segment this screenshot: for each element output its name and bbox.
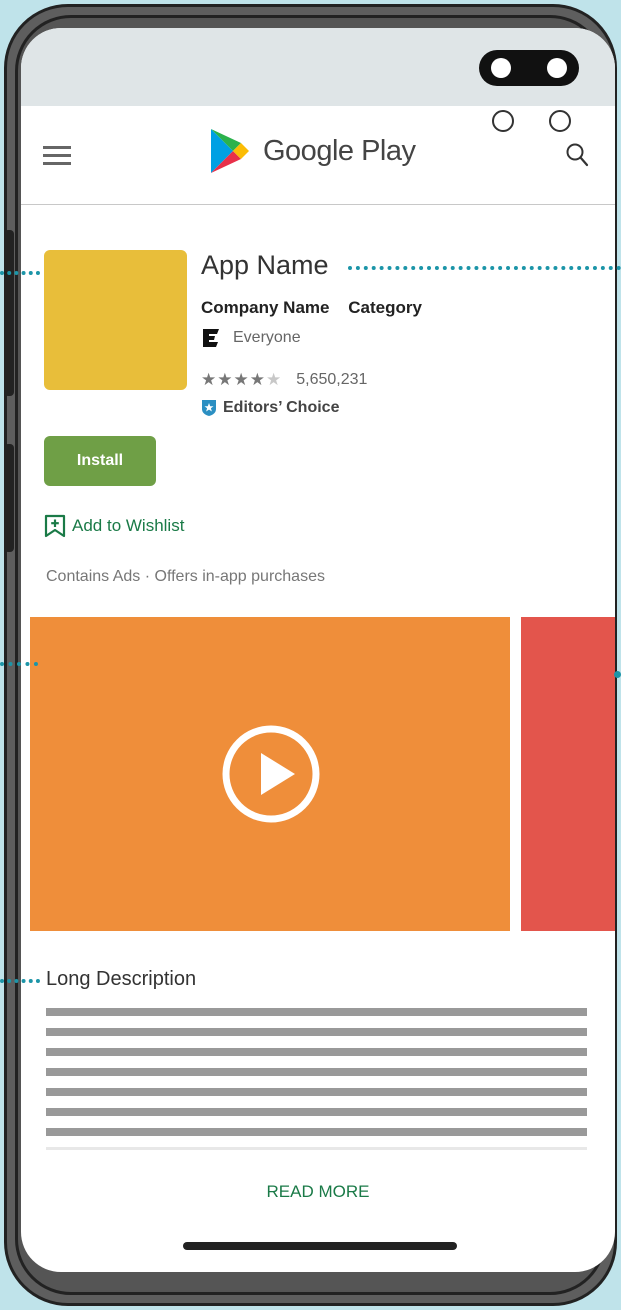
camera-lens-icon [547,58,567,78]
content-rating-label: Everyone [233,329,301,346]
company-link[interactable]: Company Name [201,298,329,317]
editors-choice-badge: Editors’ Choice [201,399,339,417]
description-text-line [46,1128,587,1136]
annotation-line-video [0,662,38,666]
home-indicator[interactable] [183,1242,457,1250]
brand-name: Google Play [263,134,416,167]
app-icon [44,250,187,390]
search-icon[interactable] [565,142,589,168]
description-text-line [46,1048,587,1056]
play-icon[interactable] [221,724,321,824]
hamburger-menu-icon[interactable] [43,146,71,166]
google-play-triangle-icon [211,129,249,173]
status-bar [21,28,615,106]
wishlist-label: Add to Wishlist [72,516,185,535]
app-meta-row: Company Name Category [201,298,436,318]
status-circle-icon [492,110,514,132]
description-text-line [46,1068,587,1076]
description-text-line [46,1108,587,1116]
screenshot-thumbnail[interactable] [521,617,615,931]
description-text-line [46,1008,587,1016]
google-play-logo[interactable]: Google Play [209,126,416,176]
promo-video[interactable] [30,617,510,931]
esrb-everyone-icon [203,329,219,347]
add-to-wishlist-link[interactable]: Add to Wishlist [44,514,184,538]
side-button-volume [4,444,14,552]
star-rating: ★★★★★ [201,370,283,389]
side-button-power [4,230,14,396]
annotation-dot-screenshot [614,671,621,678]
app-title: App Name [201,250,329,280]
rating-row: ★★★★★ 5,650,231 [201,370,367,390]
read-more-link[interactable]: READ MORE [21,1182,615,1202]
rating-count: 5,650,231 [296,371,368,388]
app-toolbar: Google Play [21,106,615,205]
camera-lens-icon [491,58,511,78]
install-button[interactable]: Install [44,436,156,486]
category-link[interactable]: Category [348,298,422,317]
bookmark-add-icon [44,514,66,538]
camera-cutout [479,50,579,86]
description-text-line [46,1088,587,1096]
annotation-line-title [348,266,621,270]
description-title: Long Description [46,968,197,990]
description-text-line [46,1028,587,1036]
phone-screen: Google Play App Name Company Name Catego… [21,28,615,1272]
annotation-line-description [0,979,40,983]
annotation-line-icon [0,271,40,275]
status-circle-icon [549,110,571,132]
purchase-note: Contains Ads · Offers in-app purchases [46,568,325,585]
content-rating: Everyone [201,328,301,348]
editors-choice-label: Editors’ Choice [223,399,340,416]
editors-choice-icon [202,400,216,416]
description-divider [46,1147,587,1150]
